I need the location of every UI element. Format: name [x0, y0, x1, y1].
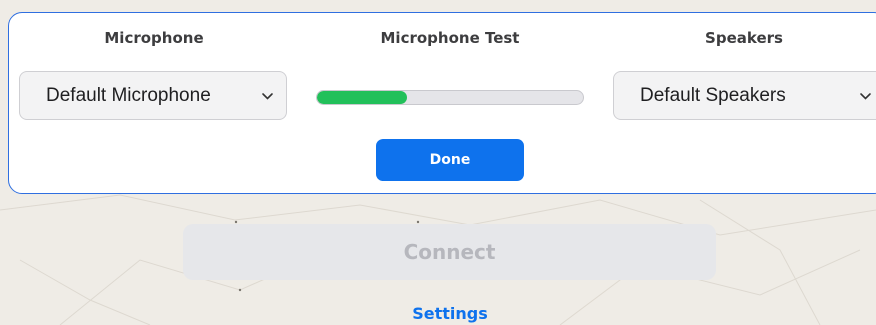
- audio-settings-dialog: Microphone Microphone Test Speakers Defa…: [8, 12, 876, 194]
- done-button[interactable]: Done: [376, 139, 524, 181]
- speakers-select-value: Default Speakers: [640, 84, 786, 106]
- microphone-select-value: Default Microphone: [46, 84, 211, 106]
- microphone-title: Microphone: [104, 29, 204, 47]
- chevron-down-icon: [860, 93, 871, 100]
- settings-link[interactable]: Settings: [390, 304, 510, 323]
- speakers-title: Speakers: [705, 29, 783, 47]
- chevron-down-icon: [262, 93, 273, 100]
- speakers-select[interactable]: Default Speakers: [613, 71, 876, 120]
- microphone-level-fill: [317, 91, 408, 104]
- microphone-select[interactable]: Default Microphone: [19, 71, 287, 120]
- connect-button[interactable]: Connect: [183, 224, 716, 280]
- microphone-level-meter: [316, 90, 584, 105]
- microphone-test-title: Microphone Test: [380, 29, 520, 47]
